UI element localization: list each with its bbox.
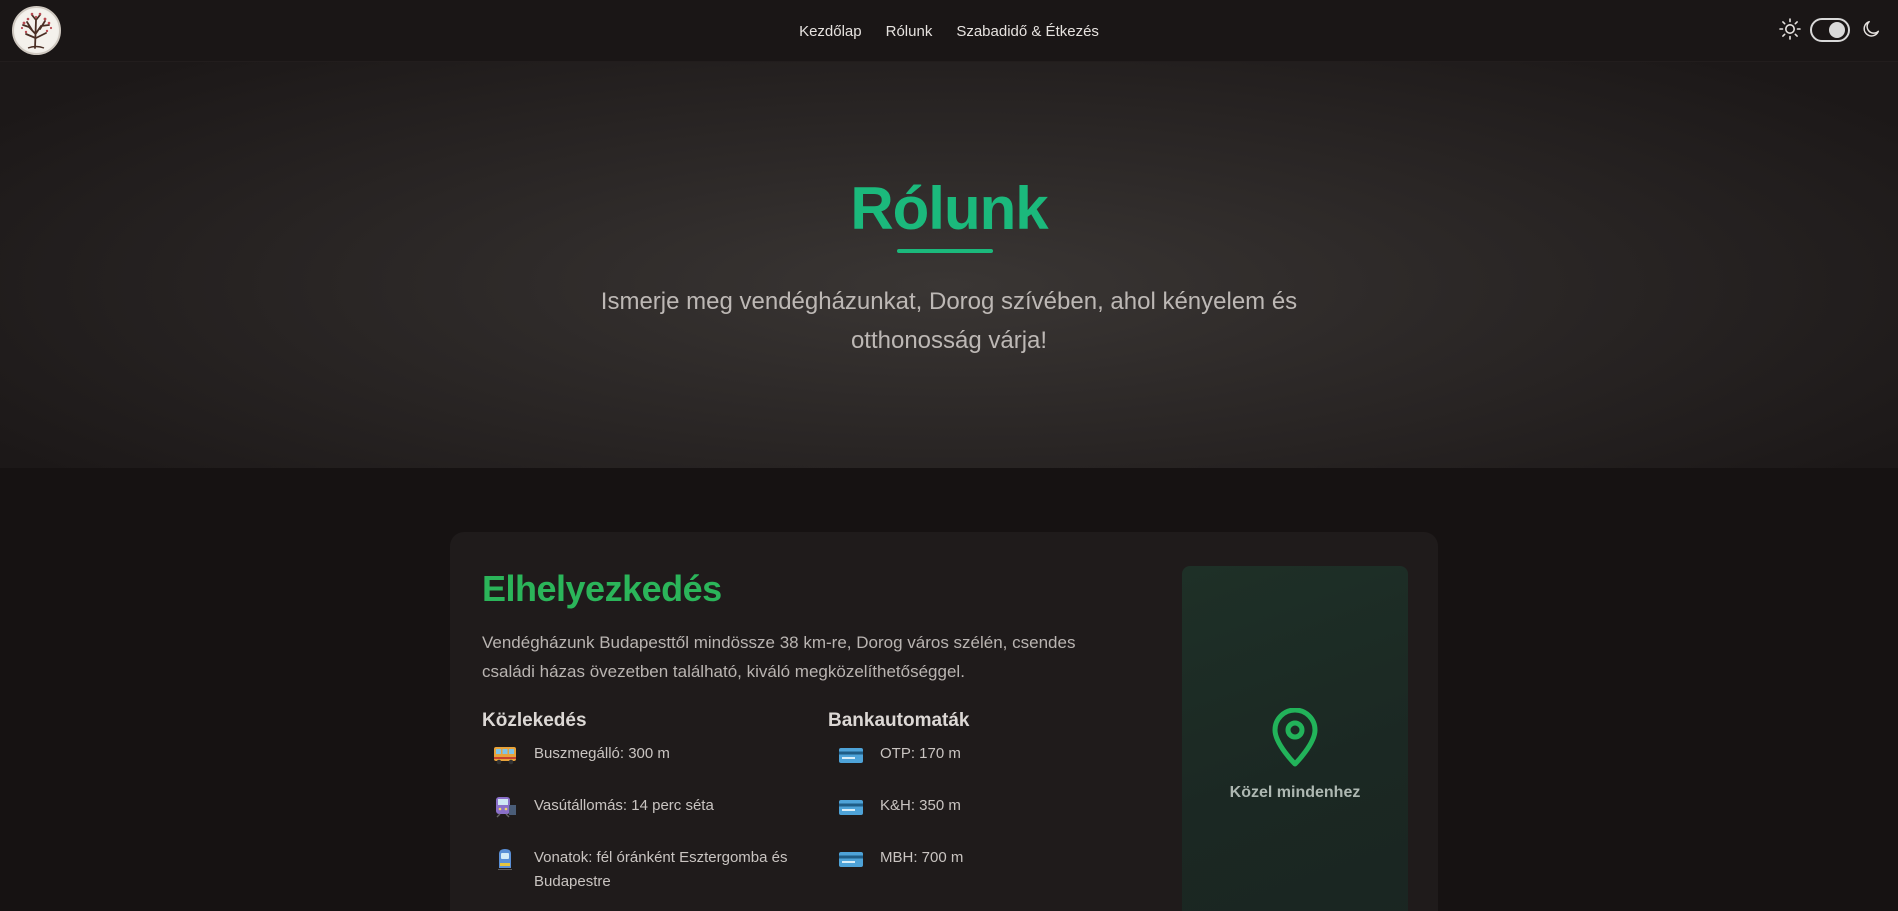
sun-icon	[1779, 18, 1801, 40]
location-card: Elhelyezkedés Vendégházunk Budapesttől m…	[450, 532, 1438, 911]
train-icon	[498, 849, 512, 870]
list-item: Vasútállomás: 14 perc séta	[492, 794, 794, 818]
transport-item-text: Vasútállomás: 14 perc séta	[534, 797, 714, 814]
nav-link-about[interactable]: Rólunk	[886, 23, 933, 40]
moon-icon	[1863, 20, 1880, 37]
map-placeholder: Közel mindenhez	[1182, 566, 1408, 911]
list-item: K&H: 350 m	[838, 794, 1140, 818]
train-station-icon	[496, 797, 516, 818]
bus-icon	[494, 747, 516, 765]
credit-card-icon	[839, 800, 863, 815]
list-item: MBH: 700 m	[838, 846, 1140, 870]
list-item: Vonatok: fél óránként Esztergomba és Bud…	[492, 846, 794, 894]
list-item: OTP: 170 m	[838, 742, 1140, 766]
transport-item-text: Buszmegálló: 300 m	[534, 745, 670, 762]
nav-link-home[interactable]: Kezdőlap	[799, 23, 862, 40]
atm-heading: Bankautomaták	[828, 710, 970, 731]
navbar: Kezdőlap Rólunk Szabadidő & Étkezés	[0, 0, 1898, 62]
theme-control	[1768, 0, 1898, 62]
hero-section: Rólunk Ismerje meg vendégházunkat, Dorog…	[0, 62, 1898, 468]
location-title: Elhelyezkedés	[482, 568, 722, 609]
nav-link-leisure[interactable]: Szabadidő & Étkezés	[956, 23, 1099, 40]
atm-item-text: MBH: 700 m	[880, 849, 964, 866]
location-pin-icon	[1272, 708, 1318, 767]
atm-item-text: K&H: 350 m	[880, 797, 961, 814]
hero-subtitle: Ismerje meg vendégházunkat, Dorog szívéb…	[600, 288, 1298, 354]
atm-item-text: OTP: 170 m	[880, 745, 961, 762]
list-item: Buszmegálló: 300 m	[492, 742, 794, 766]
theme-toggle[interactable]	[1810, 18, 1850, 42]
map-label: Közel mindenhez	[1229, 784, 1361, 801]
toggle-knob	[1829, 22, 1845, 38]
credit-card-icon	[839, 852, 863, 867]
page-title: Rólunk	[850, 175, 1048, 242]
atm-column: Bankautomaták OTP: 170 m K&H: 350 m MBH:…	[828, 710, 1148, 867]
title-underline	[897, 249, 993, 253]
main-nav: Kezdőlap Rólunk Szabadidő & Étkezés	[0, 0, 1898, 62]
credit-card-icon	[839, 748, 863, 763]
location-intro: Vendégházunk Budapesttől mindössze 38 km…	[482, 633, 1076, 681]
transport-item-text: Vonatok: fél óránként Esztergomba és Bud…	[534, 849, 788, 890]
logo-tree-icon[interactable]	[12, 6, 61, 55]
transport-column: Közlekedés Buszmegálló: 300 m Vasútállom…	[482, 710, 802, 890]
transport-heading: Közlekedés	[482, 710, 587, 731]
